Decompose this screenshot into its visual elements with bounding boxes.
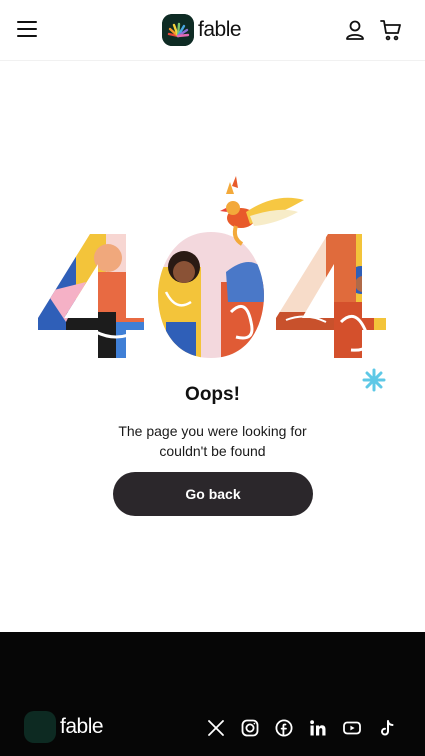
bird-illustration: [220, 176, 304, 246]
account-icon[interactable]: [344, 19, 366, 41]
instagram-icon[interactable]: [241, 719, 259, 737]
brand-name: fable: [198, 18, 242, 41]
site-footer: fable: [0, 632, 425, 756]
footer-brand-name: fable: [60, 715, 104, 738]
facebook-icon[interactable]: [275, 719, 293, 737]
page: fable Oops! The page you were looking fo…: [0, 0, 425, 756]
go-back-button[interactable]: Go back: [113, 472, 313, 516]
fable-logo-icon: [24, 711, 56, 743]
linkedin-icon[interactable]: [309, 719, 327, 737]
footer-brand-logo[interactable]: fable: [24, 711, 104, 743]
error-404-illustration: [36, 172, 392, 394]
x-icon[interactable]: [207, 719, 225, 737]
error-message: The page you were looking for couldn't b…: [118, 423, 307, 459]
cart-icon[interactable]: [380, 19, 402, 41]
youtube-icon[interactable]: [343, 719, 361, 737]
error-heading: Oops!: [185, 384, 240, 405]
tiktok-icon[interactable]: [378, 719, 396, 737]
brand-logo[interactable]: fable: [162, 14, 242, 46]
fable-logo-icon: [162, 14, 194, 46]
top-header: fable: [0, 0, 425, 61]
hamburger-menu-icon[interactable]: [17, 21, 37, 39]
